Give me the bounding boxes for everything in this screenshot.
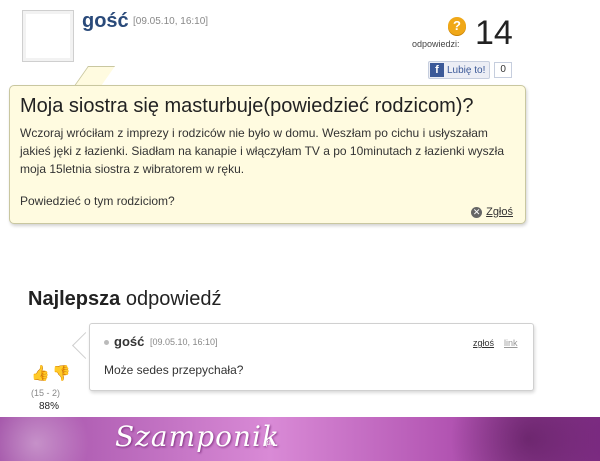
bullet-icon <box>104 340 109 345</box>
report-label: Zgłoś <box>486 206 513 218</box>
vote-percent: 88% <box>39 401 60 412</box>
thumb-up-icon[interactable]: 👍 <box>31 366 50 382</box>
banner-decoration-right <box>420 417 600 461</box>
question-box: Moja siostra się masturbuje(powiedzieć r… <box>9 85 526 224</box>
question-date: [09.05.10, 16:10] <box>133 16 209 27</box>
question-title: Moja siostra się masturbuje(powiedzieć r… <box>20 95 474 117</box>
question-body: Wczoraj wróciłam z imprezy i rodziców ni… <box>20 126 504 176</box>
best-answer-heading-rest: odpowiedź <box>120 288 222 310</box>
report-question-button[interactable]: ✕ Zgłoś <box>471 206 513 218</box>
question-follow-up: Powiedzieć o tym rodziciom? <box>20 194 175 208</box>
best-answer-heading: Najlepsza odpowiedź <box>28 288 221 311</box>
answer-author[interactable]: gość <box>114 334 144 349</box>
report-icon: ✕ <box>471 206 483 218</box>
best-answer-heading-bold: Najlepsza <box>28 288 121 310</box>
report-answer-link[interactable]: zgłoś <box>473 338 494 348</box>
like-label: Lubię to! <box>447 64 486 76</box>
question-author[interactable]: gość <box>82 10 129 33</box>
best-answer-box: gość [09.05.10, 16:10] zgłoś link Może s… <box>89 323 534 391</box>
thumb-down-icon[interactable]: 👎 <box>52 366 71 382</box>
answer-date: [09.05.10, 16:10] <box>150 337 218 347</box>
facebook-like-widget: f Lubię to! 0 <box>428 61 512 79</box>
answers-label: odpowiedzi: <box>412 39 460 49</box>
banner-logo: Szamponik <box>115 420 280 453</box>
answer-body: Może sedes przepychała? <box>104 363 244 377</box>
site-banner[interactable]: Szamponik .pl <box>0 417 600 461</box>
avatar[interactable] <box>22 10 74 62</box>
like-count: 0 <box>494 62 512 78</box>
vote-count: (15 - 2) <box>31 388 61 398</box>
question-mark-icon: ? <box>448 17 466 35</box>
answers-count: 14 <box>475 14 513 52</box>
facebook-like-button[interactable]: f Lubię to! <box>428 61 491 79</box>
banner-logo-suffix: .pl <box>264 438 273 447</box>
facebook-icon: f <box>430 63 444 77</box>
answer-permalink[interactable]: link <box>504 338 518 348</box>
banner-decoration-left <box>0 417 120 461</box>
